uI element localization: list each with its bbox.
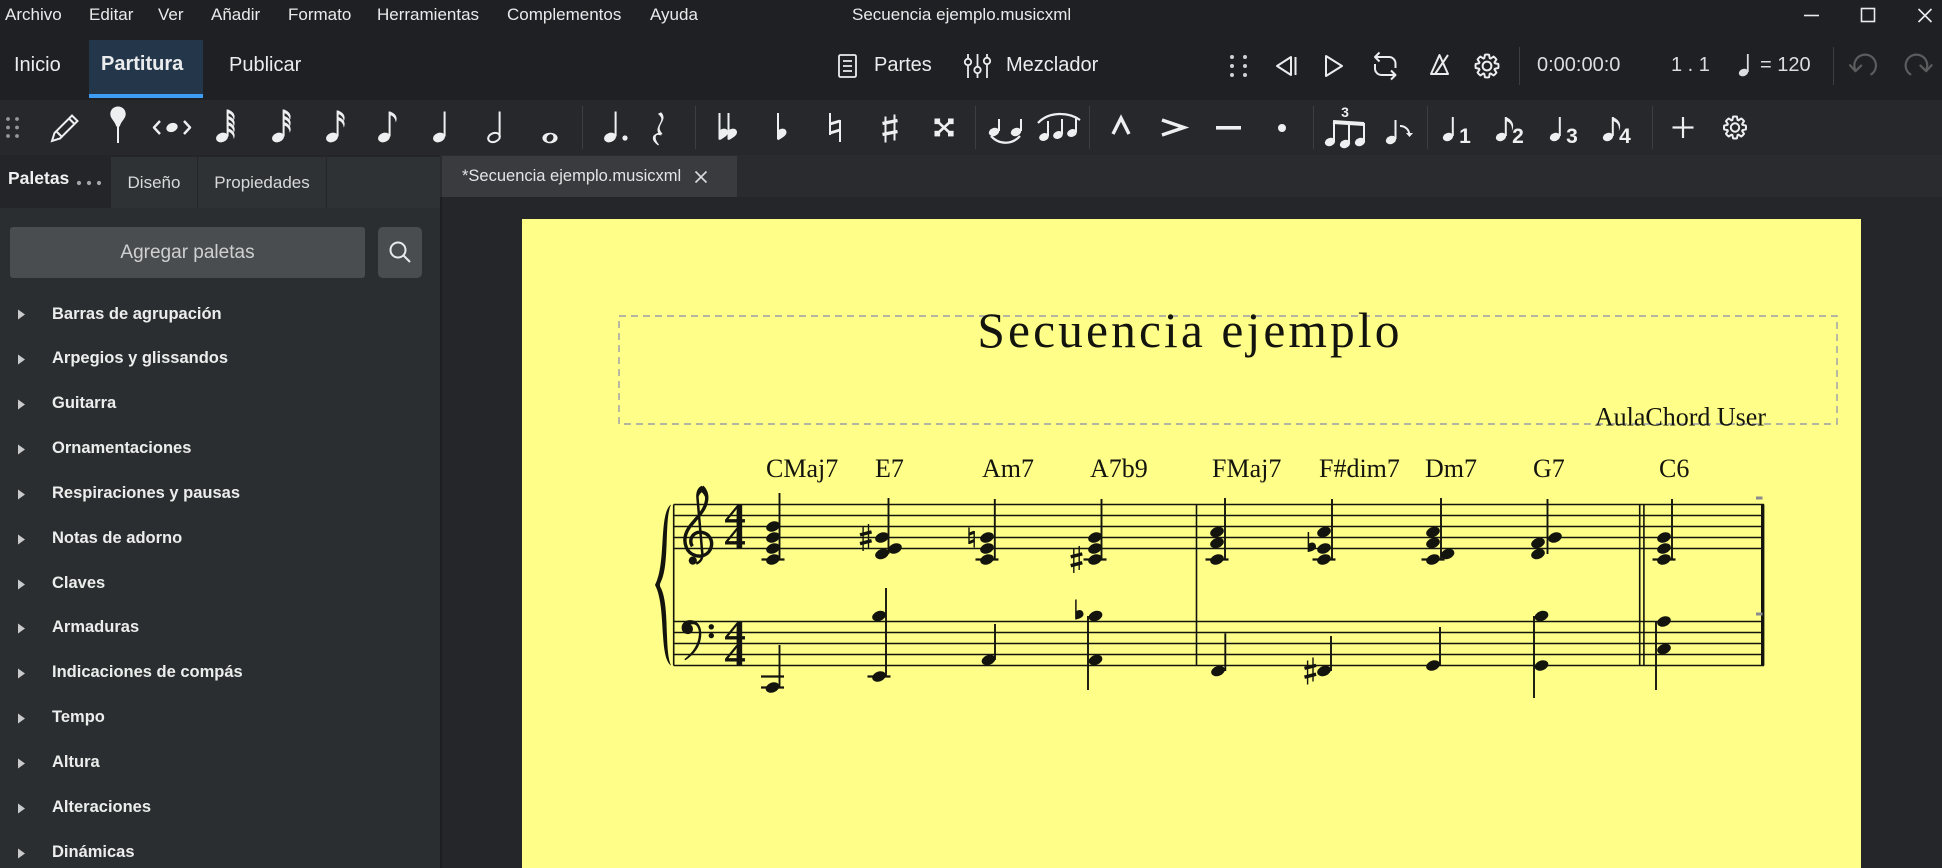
svg-text:2: 2 — [1512, 125, 1524, 148]
svg-text:Am7: Am7 — [982, 454, 1034, 483]
svg-text:E7: E7 — [875, 454, 904, 483]
svg-text:Secuencia ejemplo: Secuencia ejemplo — [977, 303, 1402, 358]
svg-text:1: 1 — [1459, 125, 1471, 148]
svg-text:FMaj7: FMaj7 — [1212, 454, 1281, 483]
svg-text:A7b9: A7b9 — [1090, 454, 1148, 483]
svg-text:3: 3 — [1566, 125, 1578, 148]
svg-text:F#dim7: F#dim7 — [1319, 454, 1400, 483]
svg-text:3: 3 — [1341, 104, 1349, 120]
svg-text:Dm7: Dm7 — [1425, 454, 1477, 483]
svg-text:CMaj7: CMaj7 — [766, 454, 838, 483]
svg-text:4: 4 — [1619, 125, 1631, 148]
svg-text:AulaChord User: AulaChord User — [1595, 403, 1766, 432]
svg-text:G7: G7 — [1533, 454, 1565, 483]
svg-text:C6: C6 — [1659, 454, 1689, 483]
